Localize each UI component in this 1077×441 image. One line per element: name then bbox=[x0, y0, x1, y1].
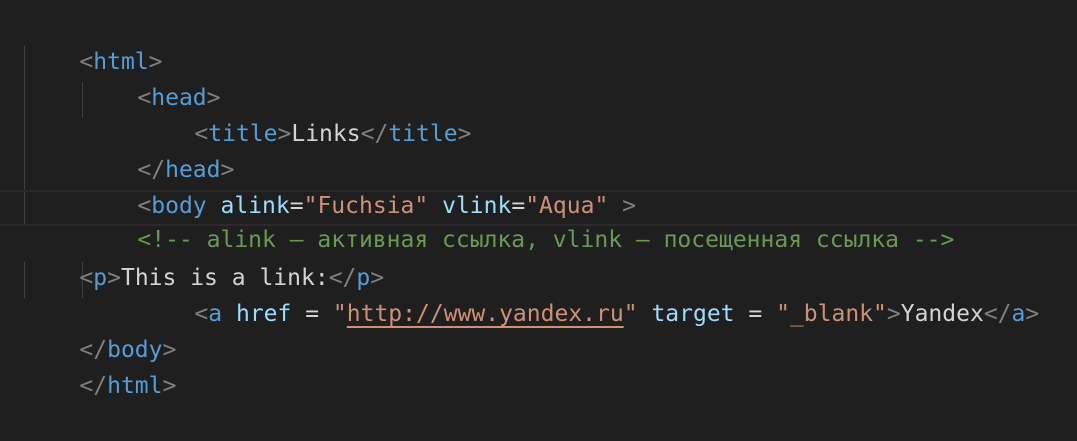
tag-bracket: > bbox=[457, 121, 472, 147]
tag-bracket: </ bbox=[360, 121, 389, 147]
tag-bracket: > bbox=[277, 121, 292, 147]
quote-mark: " bbox=[332, 301, 347, 327]
code-editor[interactable]: <html> <head> <title>Links</title> </hea… bbox=[0, 0, 1077, 441]
text-content: Links bbox=[291, 121, 361, 147]
code-line: </html> bbox=[24, 332, 176, 399]
url-link[interactable]: http://www.yandex.ru bbox=[347, 301, 624, 327]
code-line: </head> bbox=[82, 116, 234, 183]
tag-name: p bbox=[93, 265, 108, 291]
text-content: Yandex bbox=[900, 301, 984, 327]
tag-bracket: </ bbox=[79, 373, 108, 399]
tag-name: title bbox=[388, 121, 458, 147]
code-line: <html> bbox=[24, 8, 162, 75]
tag-bracket: > bbox=[162, 373, 177, 399]
code-line: <title>Links</title> bbox=[139, 80, 471, 147]
code-line: </body> bbox=[24, 296, 176, 363]
quote-mark: " bbox=[623, 301, 638, 327]
code-line-current: <!-- alink – активная ссылка, vlink – по… bbox=[0, 190, 1077, 253]
tag-name: a bbox=[1011, 301, 1026, 327]
tag-name: html bbox=[107, 373, 163, 399]
tag-name: a bbox=[208, 301, 223, 327]
tag-bracket: > bbox=[1025, 301, 1040, 327]
tag-bracket: < bbox=[194, 301, 209, 327]
attribute-value: "_blank" bbox=[776, 301, 887, 327]
code-line: <a href = "http://www.yandex.ru" target … bbox=[139, 260, 1039, 327]
code-line: <p>This is a link:</p> bbox=[24, 224, 384, 291]
attribute-name: href bbox=[235, 301, 292, 327]
equals-sign: = bbox=[291, 301, 333, 327]
equals-sign: = bbox=[734, 301, 777, 327]
tag-bracket: > bbox=[886, 301, 901, 327]
tag-bracket: < bbox=[79, 265, 94, 291]
code-line: <head> bbox=[82, 44, 220, 111]
code-line: <body alink="Fuchsia" vlink="Aqua" > bbox=[82, 152, 636, 219]
attribute-name: target bbox=[651, 301, 735, 327]
tag-bracket: > bbox=[107, 265, 121, 291]
tag-bracket: </ bbox=[983, 301, 1012, 327]
